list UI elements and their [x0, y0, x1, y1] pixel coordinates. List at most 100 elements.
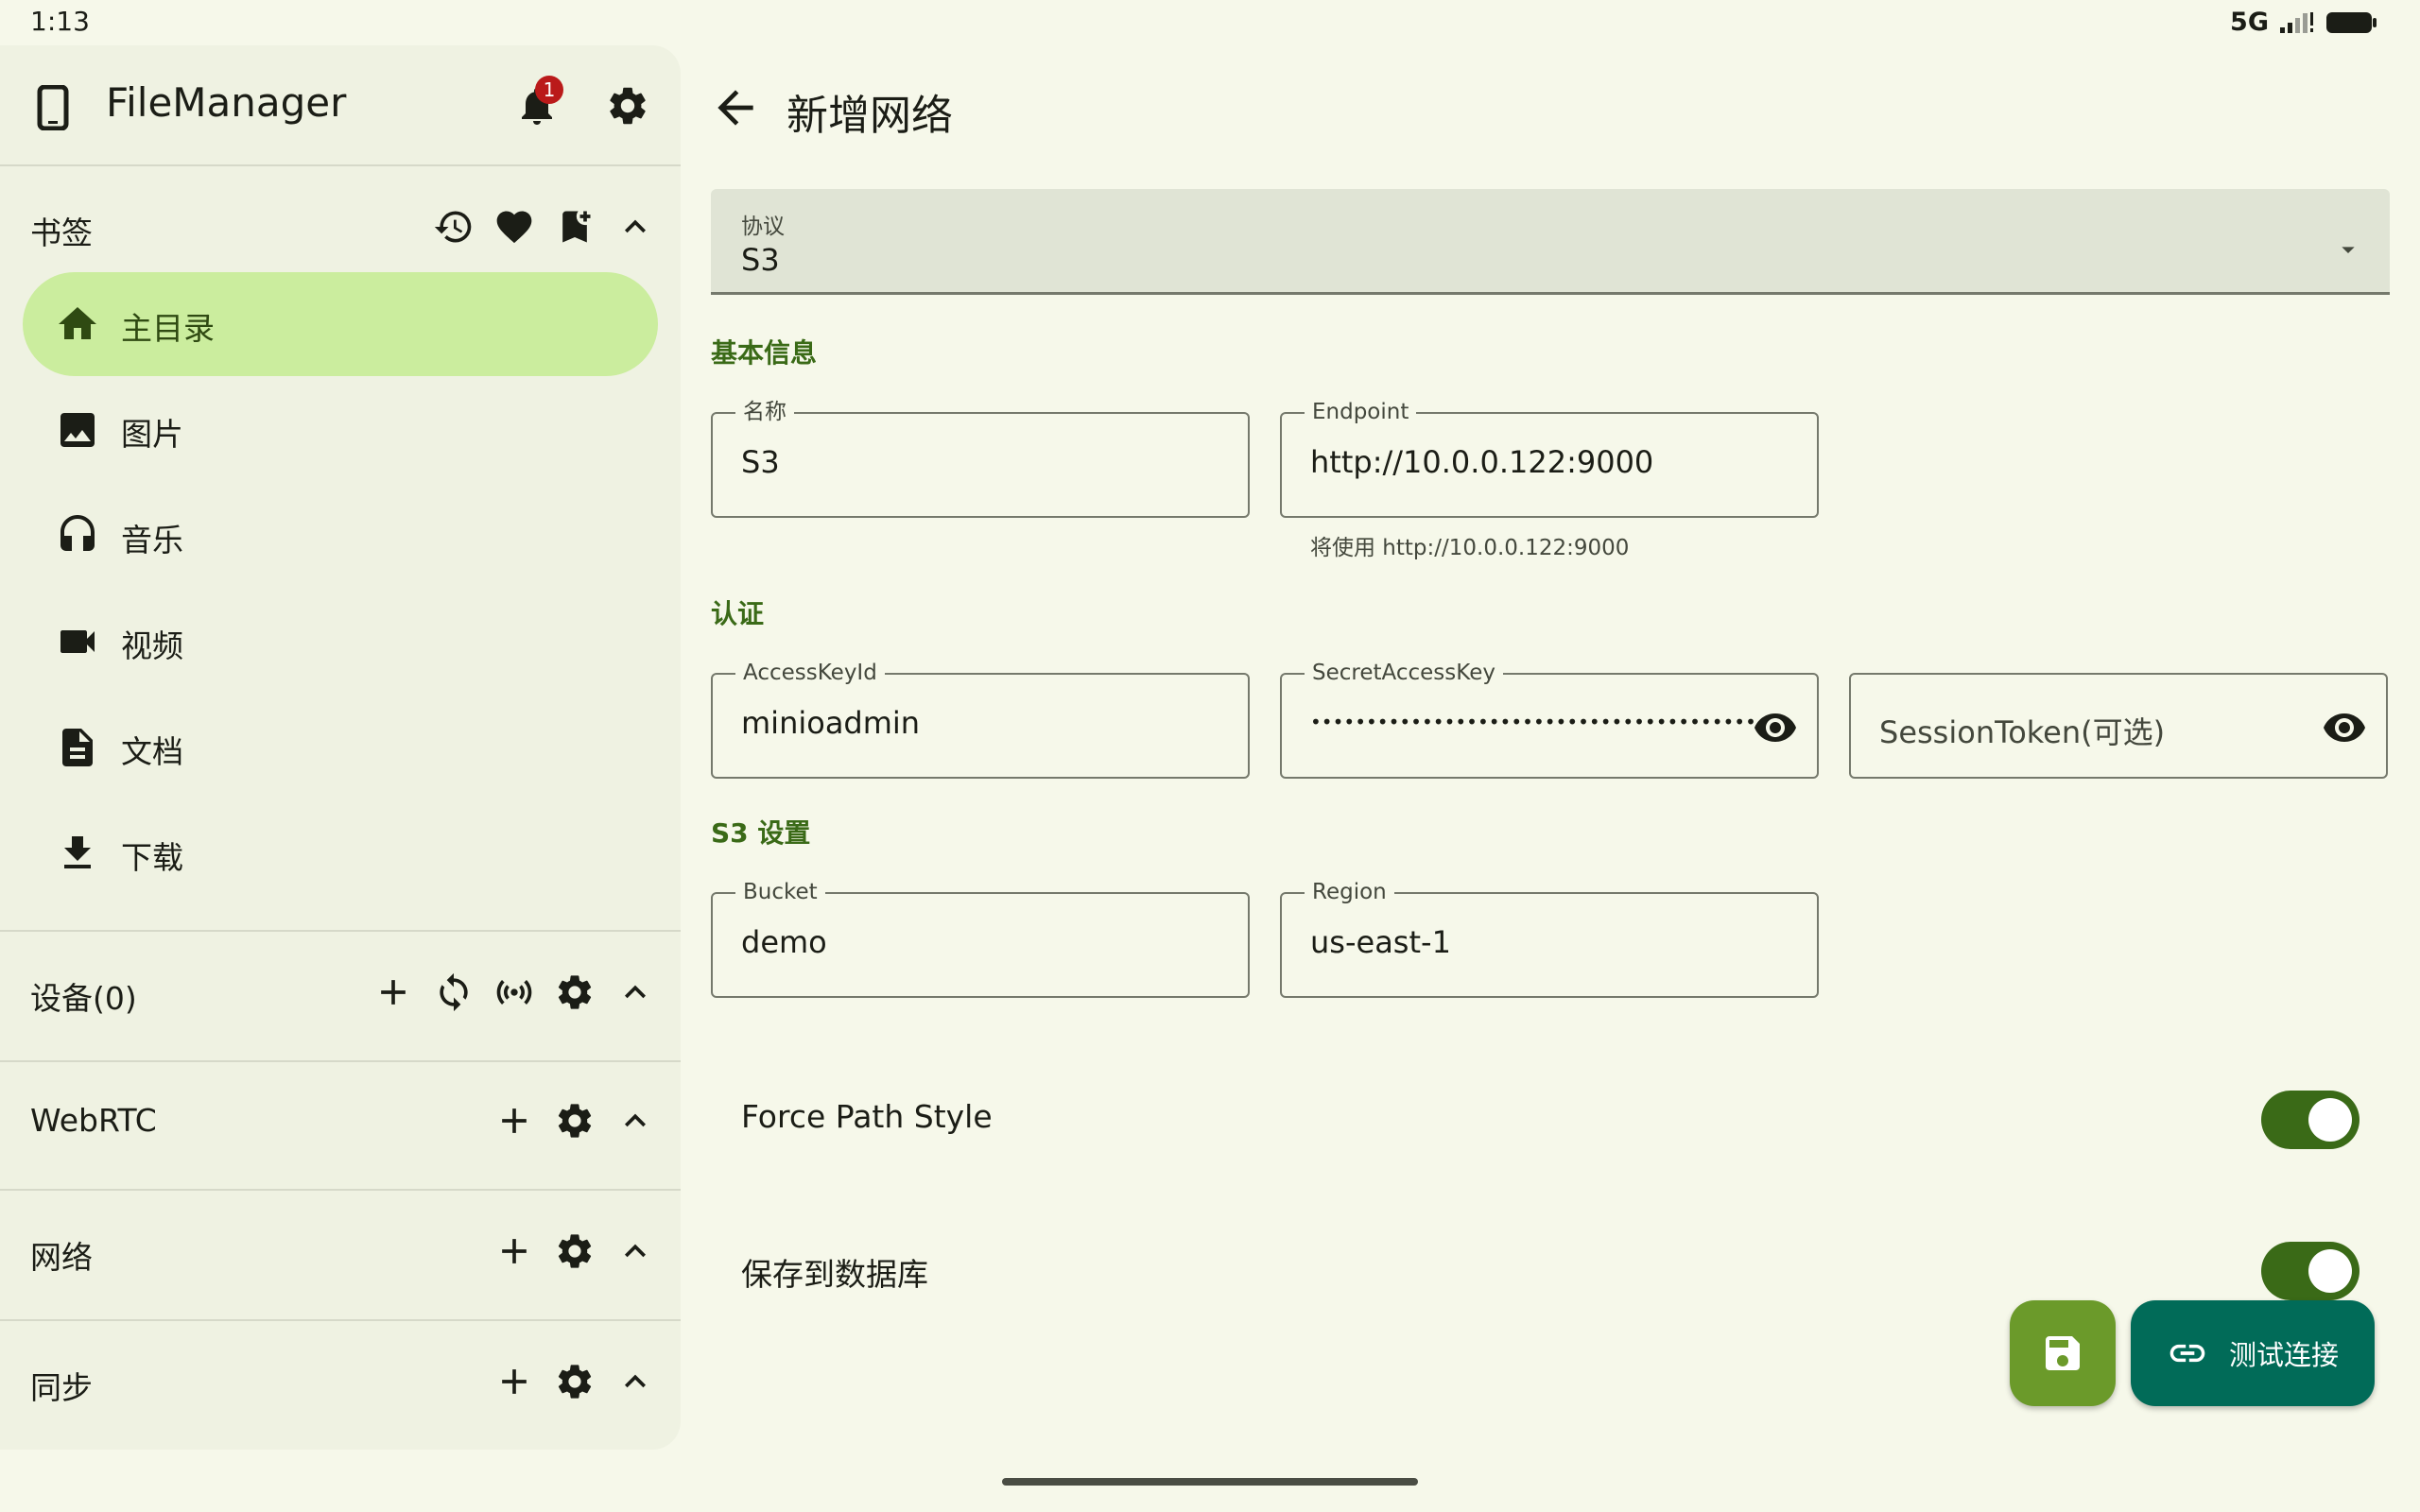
chevron-up-icon	[614, 1230, 656, 1272]
add-bookmark-button[interactable]	[552, 204, 597, 249]
broadcast-icon	[493, 971, 535, 1013]
toggle-knob	[2308, 1249, 2352, 1293]
broadcast-button[interactable]	[492, 970, 537, 1015]
sync-settings-button[interactable]	[552, 1359, 597, 1404]
webrtc-section-header[interactable]: WebRTC	[0, 1083, 681, 1159]
webrtc-actions	[492, 1098, 658, 1143]
navigation-drawer: FileManager 1 书签 主目录 图片 音乐 视频 文档 下载 设备(0…	[0, 45, 681, 1450]
plus-icon	[372, 971, 414, 1013]
main-content: 新增网络 协议 S3 基本信息 名称 S3 Endpoint http://10…	[681, 45, 2420, 1463]
status-time: 1:13	[30, 6, 90, 37]
region-field[interactable]: Region us-east-1	[1280, 879, 1819, 998]
status-bar: 1:13 5G	[0, 0, 2420, 43]
endpoint-field[interactable]: Endpoint http://10.0.0.122:9000	[1280, 399, 1819, 518]
webrtc-title: WebRTC	[30, 1102, 157, 1139]
webrtc-settings-button[interactable]	[552, 1098, 597, 1143]
notifications-button[interactable]: 1	[514, 76, 563, 129]
save-to-db-label: 保存到数据库	[741, 1256, 928, 1293]
collapse-devices-button[interactable]	[613, 970, 658, 1015]
sidebar-item-home[interactable]: 主目录	[23, 272, 658, 376]
sidebar-item-downloads[interactable]: 下载	[23, 801, 658, 905]
bookmarks-section-header[interactable]: 书签	[0, 189, 681, 265]
home-icon	[55, 301, 100, 347]
test-connection-label: 测试连接	[2228, 1339, 2339, 1371]
protocol-label: 协议	[741, 215, 785, 239]
app-settings-button[interactable]	[605, 83, 650, 129]
gear-icon	[605, 83, 650, 129]
devices-section-header[interactable]: 设备(0)	[0, 954, 681, 1030]
endpoint-label: Endpoint	[1305, 399, 1417, 425]
sidebar-item-images[interactable]: 图片	[23, 378, 658, 482]
floppy-disk-icon	[2040, 1331, 2085, 1376]
toggle-secret-visibility-button[interactable]	[1753, 705, 1798, 750]
network-type: 5G	[2230, 8, 2269, 37]
network-settings-button[interactable]	[552, 1228, 597, 1274]
session-token-field[interactable]: SessionToken(可选)	[1849, 673, 2388, 779]
access-key-id-field[interactable]: AccessKeyId minioadmin	[711, 660, 1250, 779]
history-button[interactable]	[431, 204, 476, 249]
sidebar-item-label: 下载	[121, 839, 183, 876]
sync-actions	[492, 1359, 658, 1404]
toggle-token-visibility-button[interactable]	[2322, 705, 2367, 750]
sidebar-item-label: 音乐	[121, 522, 183, 558]
gear-icon	[554, 1100, 596, 1142]
image-icon	[55, 407, 100, 453]
divider	[0, 164, 681, 166]
name-field[interactable]: 名称 S3	[711, 399, 1250, 518]
sync-icon	[433, 971, 475, 1013]
save-button[interactable]	[2010, 1300, 2116, 1406]
divider	[0, 1189, 681, 1191]
favorites-button[interactable]	[492, 204, 537, 249]
add-sync-button[interactable]	[492, 1359, 537, 1404]
gear-icon	[554, 971, 596, 1013]
save-to-db-toggle[interactable]	[2261, 1242, 2360, 1300]
devices-title: 设备(0)	[30, 980, 137, 1017]
sidebar-item-label: 图片	[121, 416, 183, 453]
sync-section-header[interactable]: 同步	[0, 1344, 681, 1419]
bucket-field[interactable]: Bucket demo	[711, 879, 1250, 998]
access-key-id-value: minioadmin	[741, 705, 921, 741]
arrow-back-icon	[709, 81, 762, 134]
phone-icon	[34, 85, 72, 130]
sidebar-item-label: 主目录	[121, 310, 215, 347]
notification-badge: 1	[535, 76, 563, 104]
add-webrtc-button[interactable]	[492, 1098, 537, 1143]
secret-access-key-field[interactable]: SecretAccessKey ••••••••••••••••••••••••…	[1280, 660, 1819, 779]
test-connection-button[interactable]: 测试连接	[2131, 1300, 2375, 1406]
sidebar-item-documents[interactable]: 文档	[23, 696, 658, 799]
add-device-button[interactable]	[371, 970, 416, 1015]
collapse-sync-button[interactable]	[613, 1359, 658, 1404]
gear-icon	[554, 1230, 596, 1272]
access-key-id-label: AccessKeyId	[735, 660, 885, 686]
protocol-select[interactable]: 协议 S3	[711, 189, 2390, 295]
back-button[interactable]	[709, 81, 762, 134]
basic-info-title: 基本信息	[711, 337, 818, 369]
collapse-webrtc-button[interactable]	[613, 1098, 658, 1143]
page-title: 新增网络	[786, 92, 953, 140]
add-network-button[interactable]	[492, 1228, 537, 1274]
bucket-label: Bucket	[735, 879, 825, 905]
collapse-bookmarks-button[interactable]	[613, 204, 658, 249]
force-path-style-row[interactable]: Force Path Style	[711, 1062, 2390, 1176]
sync-title: 同步	[30, 1369, 93, 1406]
device-settings-button[interactable]	[552, 970, 597, 1015]
document-icon	[55, 725, 100, 770]
protocol-value: S3	[741, 242, 780, 278]
collapse-network-button[interactable]	[613, 1228, 658, 1274]
link-icon	[2167, 1332, 2208, 1374]
force-path-style-toggle[interactable]	[2261, 1091, 2360, 1149]
secret-access-key-label: SecretAccessKey	[1305, 660, 1503, 686]
refresh-devices-button[interactable]	[431, 970, 476, 1015]
plus-icon	[493, 1100, 535, 1142]
chevron-up-icon	[614, 206, 656, 248]
app-title: FileManager	[106, 79, 347, 126]
plus-icon	[493, 1230, 535, 1272]
toggle-knob	[2308, 1098, 2352, 1142]
sidebar-item-label: 文档	[121, 733, 183, 770]
network-section-header[interactable]: 网络	[0, 1213, 681, 1289]
gear-icon	[554, 1361, 596, 1402]
sidebar-item-music[interactable]: 音乐	[23, 484, 658, 588]
home-indicator[interactable]	[1002, 1478, 1418, 1486]
sidebar-item-videos[interactable]: 视频	[23, 590, 658, 694]
session-token-placeholder: SessionToken(可选)	[1879, 714, 2166, 750]
